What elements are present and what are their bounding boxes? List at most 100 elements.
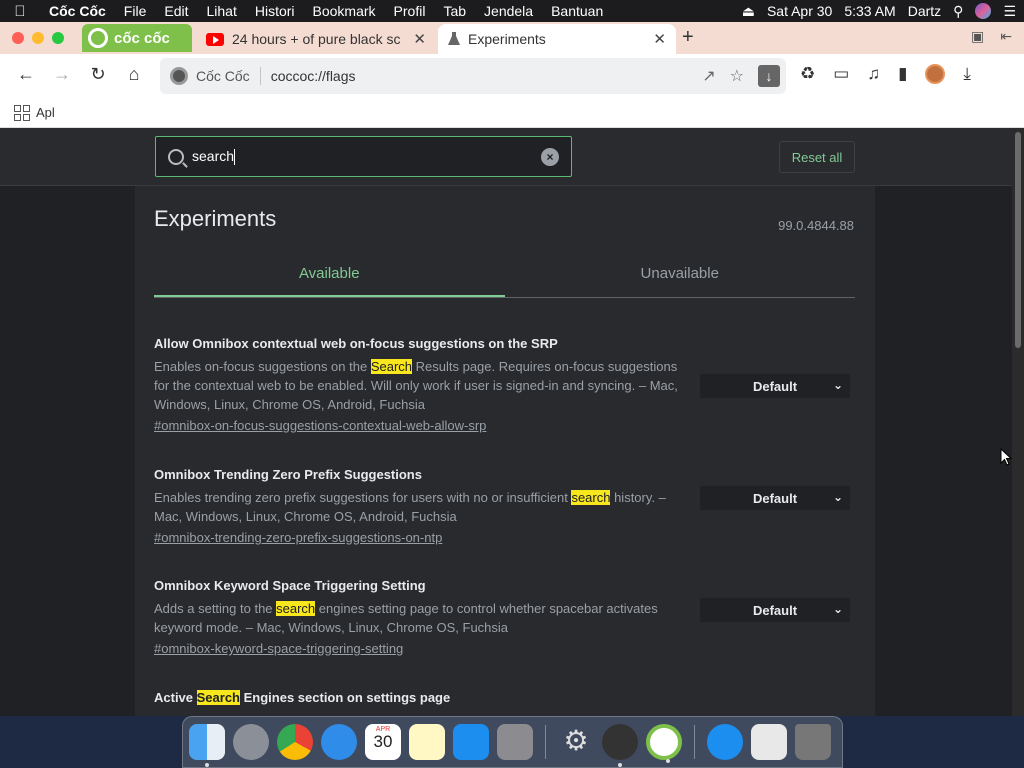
trash-icon[interactable]	[795, 724, 831, 760]
menu-date[interactable]: Sat Apr 30	[767, 3, 832, 19]
experiment-description: Adds a setting to the search engines set…	[154, 601, 658, 635]
app-store-downloads-icon[interactable]	[707, 724, 743, 760]
omnibox-divider	[259, 67, 261, 85]
experiment-item: Active Search Engines section on setting…	[154, 690, 855, 705]
calendar-icon[interactable]: APR 30	[365, 724, 401, 760]
apps-bookmark[interactable]: Apl	[36, 105, 55, 120]
forward-button[interactable]: →	[50, 64, 74, 85]
close-window-button[interactable]	[12, 32, 24, 44]
menu-app-name[interactable]: Cốc Cốc	[40, 3, 115, 19]
experiment-link[interactable]: #omnibox-keyword-space-triggering-settin…	[154, 641, 855, 656]
sidebar-toggle-icon[interactable]: ⇤	[1000, 28, 1012, 45]
side-panel-icon[interactable]: ▮	[898, 64, 907, 84]
browser-toolbar: ← → ↻ ⌂ Cốc Cốc coccoc://flags ↗ ☆ ↓ ♻ ▭…	[0, 54, 1024, 98]
flags-search-input[interactable]: search ×	[155, 136, 572, 177]
tab-search-icon[interactable]: ▣	[971, 28, 984, 45]
experiment-item: Omnibox Trending Zero Prefix Suggestions…	[154, 467, 855, 545]
menu-time[interactable]: 5:33 AM	[844, 3, 895, 19]
chevron-down-icon: ⌄	[832, 378, 843, 392]
experiment-link[interactable]: #omnibox-on-focus-suggestions-contextual…	[154, 418, 855, 433]
menu-bookmark[interactable]: Bookmark	[304, 3, 385, 19]
notes-icon[interactable]	[409, 724, 445, 760]
menu-edit[interactable]: Edit	[155, 3, 197, 19]
compass-app-icon[interactable]	[602, 724, 638, 767]
apps-grid-icon[interactable]	[14, 104, 30, 121]
safari-icon[interactable]	[321, 724, 357, 760]
coccoc-home-tab[interactable]: cốc cốc	[82, 24, 192, 52]
downloads-icon[interactable]: ⤓	[963, 64, 971, 84]
experiment-name: Omnibox Trending Zero Prefix Suggestions	[154, 467, 422, 482]
clear-search-icon[interactable]: ×	[541, 147, 559, 166]
finder-icon[interactable]	[189, 724, 225, 767]
experiment-item: Omnibox Keyword Space Triggering Setting…	[154, 578, 855, 656]
reset-all-button[interactable]: Reset all	[779, 141, 855, 173]
calendar-day: 30	[373, 732, 393, 751]
tab-youtube[interactable]: 24 hours + of pure black sc ✕	[196, 24, 436, 54]
menu-user[interactable]: Dartz	[908, 3, 941, 19]
youtube-icon	[206, 32, 224, 46]
close-tab-icon[interactable]: ✕	[413, 30, 426, 48]
dock-divider	[545, 725, 546, 759]
bookmark-star-icon[interactable]: ☆	[730, 66, 744, 86]
new-tab-button[interactable]: +	[682, 26, 694, 49]
experiment-description: Enables on-focus suggestions on the Sear…	[154, 359, 678, 412]
page-scrollbar[interactable]	[1012, 128, 1024, 716]
share-icon[interactable]: ↗	[702, 66, 715, 86]
experiment-name: Active Search Engines section on setting…	[154, 690, 451, 705]
control-center-icon[interactable]: ☰	[1003, 3, 1016, 20]
tab-available[interactable]: Available	[154, 256, 505, 297]
system-preferences-icon[interactable]	[497, 724, 533, 760]
search-highlight: search	[571, 490, 611, 505]
experiment-select[interactable]: Default ⌄	[700, 486, 850, 510]
profile-avatar[interactable]	[925, 64, 946, 84]
close-tab-icon[interactable]: ✕	[653, 30, 666, 48]
home-button[interactable]: ⌂	[122, 64, 146, 85]
tab-experiments[interactable]: Experiments ✕	[438, 24, 676, 54]
tab-unavailable[interactable]: Unavailable	[505, 256, 856, 297]
experiment-tabs: Available Unavailable	[154, 256, 855, 298]
coccoc-site-icon	[170, 67, 188, 85]
page-title: Experiments	[154, 206, 277, 231]
back-button[interactable]: ←	[14, 64, 38, 85]
menu-file[interactable]: File	[115, 3, 156, 19]
chrome-icon[interactable]	[277, 724, 313, 760]
siri-icon[interactable]	[975, 3, 992, 19]
menu-tab[interactable]: Tab	[434, 3, 475, 19]
menu-view[interactable]: Lihat	[197, 3, 245, 19]
spotlight-search-icon[interactable]: ⚲	[953, 3, 963, 20]
network-utility-icon[interactable]: ⚙	[558, 724, 594, 760]
media-control-icon[interactable]: ♫	[867, 64, 880, 84]
zoom-window-button[interactable]	[52, 32, 64, 44]
app-store-icon[interactable]	[453, 724, 489, 760]
minimize-window-button[interactable]	[32, 32, 44, 44]
eject-icon[interactable]: ⏏	[742, 3, 755, 20]
site-name: Cốc Cốc	[196, 68, 250, 84]
coccoc-browser-icon[interactable]	[646, 724, 682, 763]
document-icon[interactable]	[751, 724, 787, 760]
menu-help[interactable]: Bantuan	[542, 3, 612, 19]
download-video-icon[interactable]: ↓	[758, 65, 780, 87]
search-highlight: search	[276, 601, 316, 616]
search-highlight: Search	[196, 690, 241, 705]
flask-icon	[448, 32, 460, 45]
cast-icon[interactable]: ▭	[833, 64, 849, 84]
url-text[interactable]: coccoc://flags	[271, 68, 703, 84]
apple-menu-icon[interactable]: 	[0, 3, 40, 20]
flags-search-header: search × Reset all	[0, 128, 1012, 186]
brand-label: cốc cốc	[114, 29, 170, 47]
launchpad-icon[interactable]	[233, 724, 269, 760]
tab-youtube-title: 24 hours + of pure black sc	[232, 31, 401, 47]
menu-profile[interactable]: Profil	[385, 3, 435, 19]
address-bar[interactable]: Cốc Cốc coccoc://flags ↗ ☆ ↓	[160, 58, 786, 94]
scrollbar-thumb[interactable]	[1015, 132, 1021, 348]
coccoc-logo-icon	[88, 28, 108, 48]
reload-button[interactable]: ↻	[86, 64, 110, 85]
version-label: 99.0.4844.88	[778, 218, 854, 233]
experiments-panel: Experiments 99.0.4844.88 Available Unava…	[135, 186, 875, 716]
menu-history[interactable]: Histori	[246, 3, 304, 19]
experiment-select[interactable]: Default ⌄	[700, 374, 850, 398]
extensions-icon[interactable]: ♻	[800, 64, 815, 84]
menu-window[interactable]: Jendela	[475, 3, 542, 19]
experiment-select[interactable]: Default ⌄	[700, 598, 850, 622]
experiment-link[interactable]: #omnibox-trending-zero-prefix-suggestion…	[154, 530, 855, 545]
